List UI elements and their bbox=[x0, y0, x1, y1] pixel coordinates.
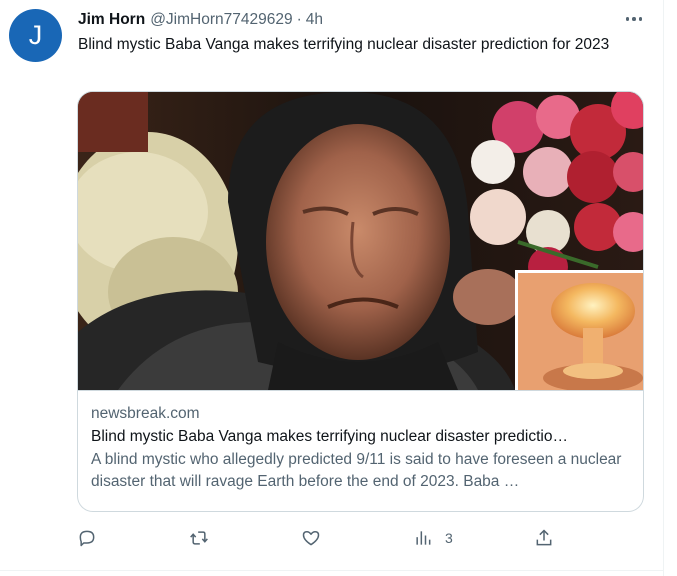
heart-icon bbox=[302, 531, 320, 546]
separator-dot: · bbox=[296, 11, 302, 28]
avatar-letter: J bbox=[28, 20, 43, 50]
card-image[interactable] bbox=[78, 92, 643, 390]
tweet-divider bbox=[0, 570, 664, 571]
more-dot bbox=[632, 17, 636, 21]
more-dot bbox=[638, 17, 643, 21]
share-icon bbox=[536, 529, 552, 546]
tweet-time[interactable]: 4h bbox=[306, 11, 323, 29]
retweet-button[interactable] bbox=[189, 524, 209, 552]
like-button[interactable] bbox=[301, 524, 321, 552]
tweet[interactable]: J Jim Horn @JimHorn77429629 · 4h Blind m… bbox=[0, 0, 677, 576]
reply-icon bbox=[79, 530, 95, 547]
card-domain: newsbreak.com bbox=[91, 405, 200, 422]
share-button[interactable] bbox=[534, 524, 554, 552]
more-options-button[interactable] bbox=[620, 8, 648, 30]
more-dot bbox=[625, 17, 630, 21]
tweet-header: Jim Horn @JimHorn77429629 · 4h bbox=[78, 10, 323, 30]
timeline-divider bbox=[663, 0, 664, 576]
avatar[interactable]: J bbox=[9, 9, 62, 62]
card-title: Blind mystic Baba Vanga makes terrifying… bbox=[91, 428, 568, 445]
tweet-text: Blind mystic Baba Vanga makes terrifying… bbox=[78, 36, 610, 53]
retweet-icon bbox=[190, 531, 208, 545]
reply-button[interactable] bbox=[77, 524, 97, 552]
action-bar: 3 bbox=[0, 524, 664, 552]
views-icon bbox=[416, 531, 431, 545]
views-count: 3 bbox=[445, 530, 453, 546]
link-card[interactable]: newsbreak.com Blind mystic Baba Vanga ma… bbox=[77, 91, 644, 512]
card-body[interactable]: newsbreak.com Blind mystic Baba Vanga ma… bbox=[78, 390, 643, 493]
inset-photo bbox=[518, 273, 643, 390]
mushroom-cloud-inset bbox=[515, 270, 643, 390]
author-name[interactable]: Jim Horn bbox=[78, 11, 145, 29]
card-description: A blind mystic who allegedly predicted 9… bbox=[91, 451, 622, 490]
views-button[interactable]: 3 bbox=[413, 524, 453, 552]
author-handle[interactable]: @JimHorn77429629 bbox=[150, 11, 292, 29]
